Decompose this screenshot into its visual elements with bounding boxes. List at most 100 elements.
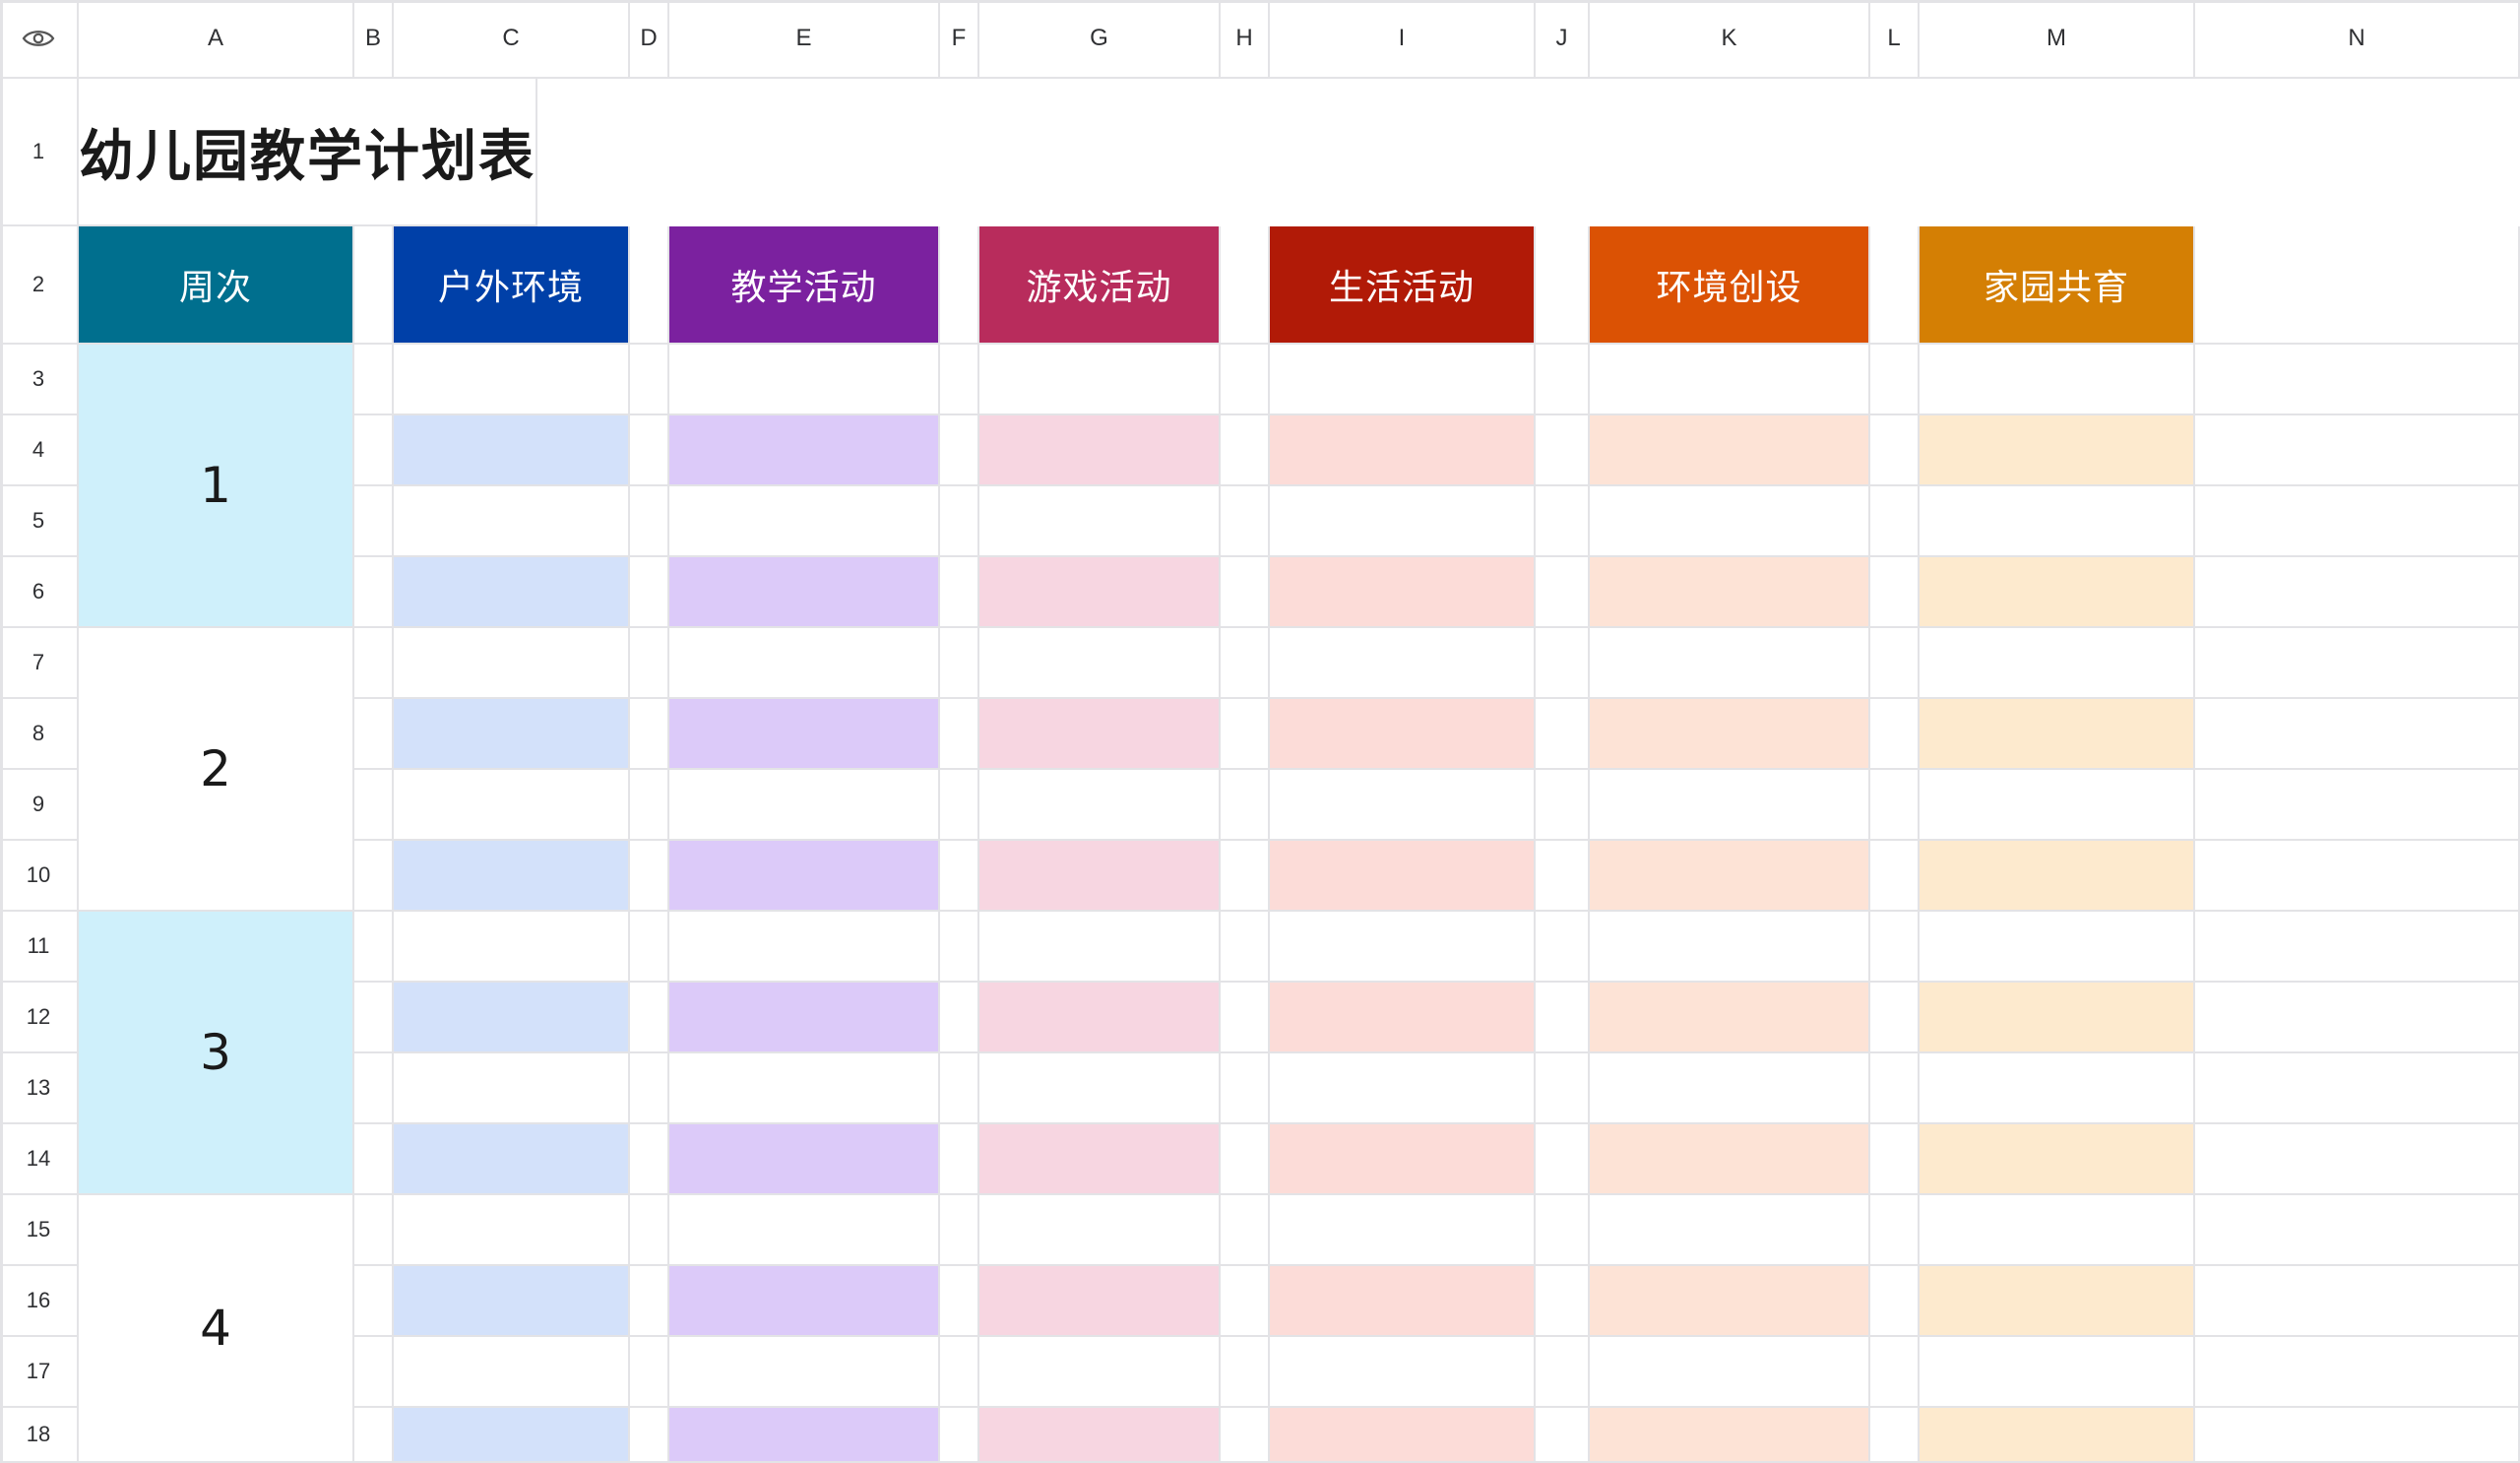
data-cell[interactable]: [1590, 841, 1870, 912]
data-cell[interactable]: [1270, 1337, 1536, 1408]
data-cell[interactable]: [669, 1337, 940, 1408]
data-cell[interactable]: [1870, 1266, 1920, 1337]
data-cell[interactable]: [630, 770, 669, 841]
data-cell[interactable]: [1590, 415, 1870, 486]
data-cell[interactable]: [669, 1266, 940, 1337]
data-cell[interactable]: [1270, 912, 1536, 983]
header-environment[interactable]: 环境创设: [1590, 226, 1870, 345]
data-cell[interactable]: [979, 486, 1221, 557]
data-cell[interactable]: [354, 841, 394, 912]
data-cell[interactable]: [1270, 770, 1536, 841]
data-cell[interactable]: [669, 841, 940, 912]
data-cell[interactable]: [940, 415, 979, 486]
data-cell[interactable]: [1270, 557, 1536, 628]
spacer-cell[interactable]: [630, 226, 669, 345]
data-cell[interactable]: [354, 415, 394, 486]
data-cell[interactable]: [940, 1337, 979, 1408]
data-cell[interactable]: [630, 345, 669, 415]
data-cell[interactable]: [940, 628, 979, 699]
row-header-2[interactable]: 2: [0, 226, 79, 345]
week-cell-2[interactable]: 2: [79, 628, 354, 912]
column-header-g[interactable]: G: [979, 0, 1221, 79]
data-cell[interactable]: [1536, 486, 1590, 557]
data-cell[interactable]: [394, 699, 630, 770]
data-cell[interactable]: [2195, 486, 2520, 557]
data-cell[interactable]: [979, 557, 1221, 628]
spacer-cell[interactable]: [2195, 226, 2520, 345]
column-header-i[interactable]: I: [1270, 0, 1536, 79]
spacer-cell[interactable]: [354, 226, 394, 345]
data-cell[interactable]: [1221, 1408, 1270, 1463]
data-cell[interactable]: [1270, 628, 1536, 699]
data-cell[interactable]: [669, 557, 940, 628]
data-cell[interactable]: [1536, 1195, 1590, 1266]
data-cell[interactable]: [979, 770, 1221, 841]
data-cell[interactable]: [394, 770, 630, 841]
data-cell[interactable]: [354, 983, 394, 1053]
data-cell[interactable]: [354, 628, 394, 699]
data-cell[interactable]: [1590, 345, 1870, 415]
row-header-12[interactable]: 12: [0, 983, 79, 1053]
row-header-5[interactable]: 5: [0, 486, 79, 557]
corner-cell[interactable]: [0, 0, 79, 79]
data-cell[interactable]: [940, 770, 979, 841]
data-cell[interactable]: [1536, 983, 1590, 1053]
data-cell[interactable]: [1920, 1408, 2195, 1463]
data-cell[interactable]: [1221, 1124, 1270, 1195]
column-header-d[interactable]: D: [630, 0, 669, 79]
data-cell[interactable]: [394, 912, 630, 983]
data-cell[interactable]: [354, 1053, 394, 1124]
data-cell[interactable]: [979, 1195, 1221, 1266]
data-cell[interactable]: [669, 415, 940, 486]
data-cell[interactable]: [940, 912, 979, 983]
data-cell[interactable]: [940, 557, 979, 628]
header-week[interactable]: 周次: [79, 226, 354, 345]
data-cell[interactable]: [1920, 1337, 2195, 1408]
data-cell[interactable]: [940, 345, 979, 415]
data-cell[interactable]: [394, 983, 630, 1053]
data-cell[interactable]: [1536, 1053, 1590, 1124]
row-header-18[interactable]: 18: [0, 1408, 79, 1463]
data-cell[interactable]: [354, 1195, 394, 1266]
data-cell[interactable]: [1270, 983, 1536, 1053]
data-cell[interactable]: [394, 557, 630, 628]
data-cell[interactable]: [1590, 1337, 1870, 1408]
data-cell[interactable]: [1536, 1408, 1590, 1463]
data-cell[interactable]: [1870, 486, 1920, 557]
row-header-10[interactable]: 10: [0, 841, 79, 912]
data-cell[interactable]: [1536, 345, 1590, 415]
data-cell[interactable]: [1221, 1195, 1270, 1266]
data-cell[interactable]: [1870, 983, 1920, 1053]
data-cell[interactable]: [630, 628, 669, 699]
data-cell[interactable]: [354, 1124, 394, 1195]
data-cell[interactable]: [394, 486, 630, 557]
data-cell[interactable]: [1920, 1195, 2195, 1266]
data-cell[interactable]: [669, 983, 940, 1053]
data-cell[interactable]: [2195, 841, 2520, 912]
data-cell[interactable]: [979, 1266, 1221, 1337]
data-cell[interactable]: [1270, 1124, 1536, 1195]
column-header-a[interactable]: A: [79, 0, 354, 79]
data-cell[interactable]: [630, 1266, 669, 1337]
eye-icon[interactable]: [22, 28, 55, 49]
data-cell[interactable]: [1590, 1408, 1870, 1463]
data-cell[interactable]: [1221, 415, 1270, 486]
data-cell[interactable]: [354, 345, 394, 415]
data-cell[interactable]: [630, 699, 669, 770]
data-cell[interactable]: [1920, 628, 2195, 699]
data-cell[interactable]: [1590, 770, 1870, 841]
data-cell[interactable]: [394, 1195, 630, 1266]
data-cell[interactable]: [979, 345, 1221, 415]
data-cell[interactable]: [940, 1053, 979, 1124]
spacer-cell[interactable]: [1536, 226, 1590, 345]
data-cell[interactable]: [1221, 699, 1270, 770]
data-cell[interactable]: [1870, 1124, 1920, 1195]
data-cell[interactable]: [1270, 841, 1536, 912]
data-cell[interactable]: [354, 486, 394, 557]
data-cell[interactable]: [669, 912, 940, 983]
data-cell[interactable]: [354, 1408, 394, 1463]
row-header-17[interactable]: 17: [0, 1337, 79, 1408]
data-cell[interactable]: [1590, 1124, 1870, 1195]
data-cell[interactable]: [979, 841, 1221, 912]
data-cell[interactable]: [1221, 345, 1270, 415]
